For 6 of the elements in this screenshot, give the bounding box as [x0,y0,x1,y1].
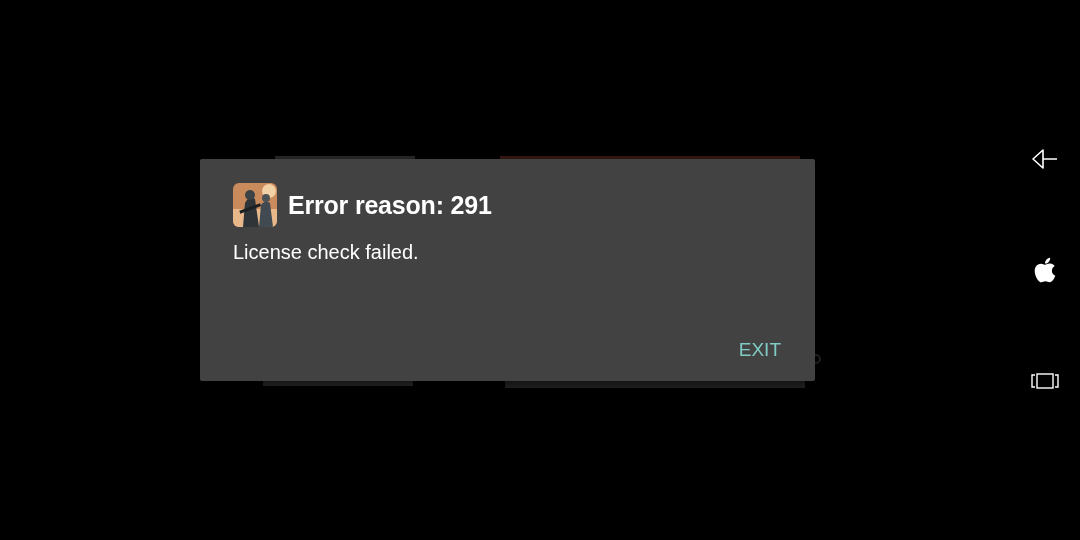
recents-icon [1031,373,1059,389]
dialog-title: Error reason: 291 [288,190,492,220]
back-icon [1031,148,1059,170]
back-button[interactable] [1030,146,1060,172]
dialog-message: License check failed. [233,241,420,264]
exit-button[interactable]: EXIT [730,335,789,365]
